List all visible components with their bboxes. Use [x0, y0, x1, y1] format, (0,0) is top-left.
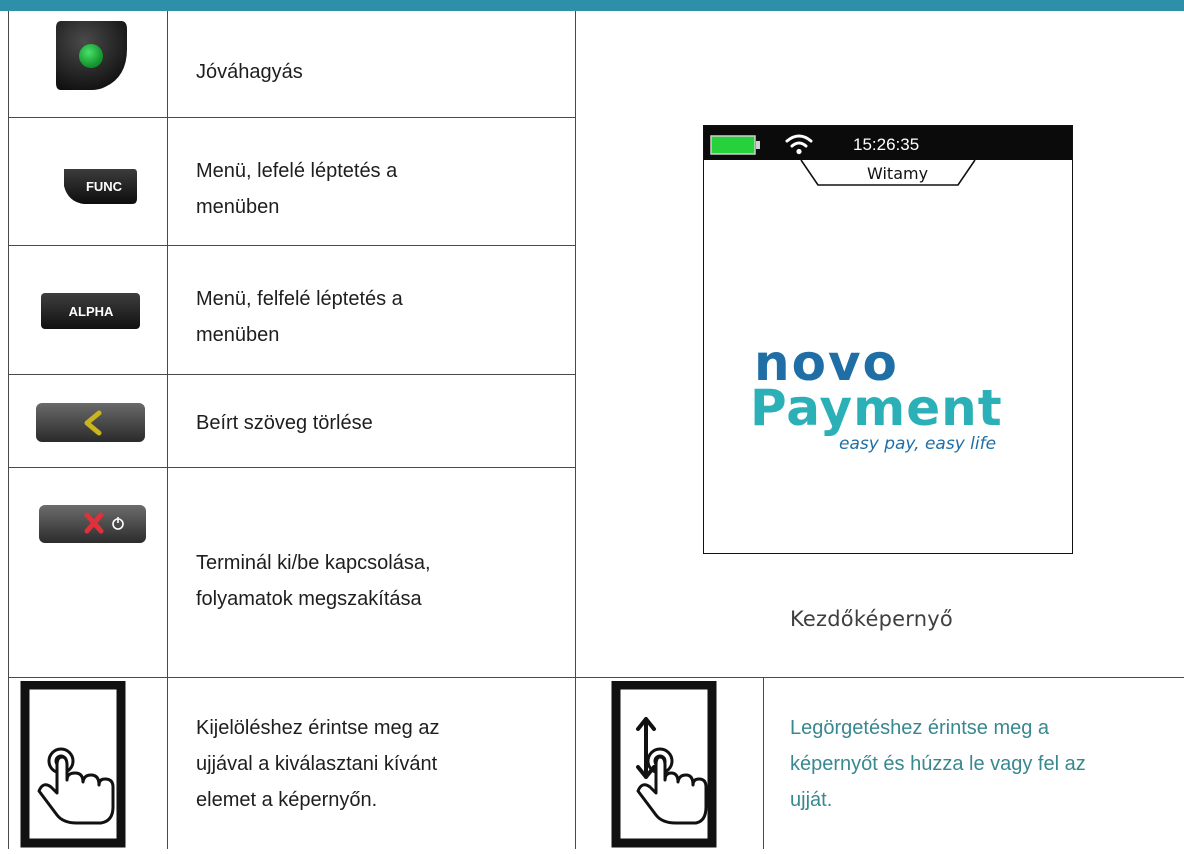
- table-border-col3: [763, 677, 764, 849]
- table-border-col2: [575, 11, 576, 849]
- row-divider-2: [8, 245, 575, 246]
- key-desc-cancel: Terminál ki/be kapcsolása, folyamatok me…: [196, 545, 431, 617]
- alpha-key-icon: ALPHA: [40, 291, 141, 336]
- tap-desc-line3: elemet a képernyőn.: [196, 789, 378, 811]
- tap-gesture-description: Kijelöléshez érintse meg az ujjával a ki…: [196, 710, 439, 818]
- table-border-col1: [167, 11, 168, 849]
- row-divider-1: [8, 117, 575, 118]
- table-border-left: [8, 11, 9, 849]
- func-key-icon: FUNC: [62, 166, 138, 211]
- key-desc-cancel-line2: folyamatok megszakítása: [196, 588, 422, 610]
- battery-icon: [710, 135, 760, 155]
- tap-desc-line2: ujjával a kiválasztani kívánt: [196, 753, 438, 775]
- key-desc-alpha-line1: Menü, felfelé léptetés a: [196, 288, 403, 310]
- key-desc-alpha-line2: menüben: [196, 324, 280, 346]
- status-bar: 15:26:35: [704, 126, 1072, 160]
- status-time: 15:26:35: [853, 135, 920, 154]
- key-desc-alpha: Menü, felfelé léptetés a menüben: [196, 281, 403, 353]
- start-screen-mockup: 15:26:35 Witamy novo Payment easy pay, e…: [703, 125, 1073, 554]
- cancel-power-key-icon: [38, 503, 147, 550]
- scroll-finger-icon: [608, 680, 720, 854]
- key-desc-func-line2: menüben: [196, 196, 280, 218]
- logo-payment-text: Payment: [754, 379, 1003, 437]
- green-confirm-key-icon: [55, 19, 128, 96]
- row-divider-4: [8, 467, 575, 468]
- start-screen-caption: Kezdőképernyő: [790, 607, 953, 631]
- func-key-label: FUNC: [86, 179, 123, 194]
- key-desc-backspace: Beírt szöveg törlése: [196, 412, 373, 434]
- novo-payment-logo: novo Payment easy pay, easy life: [754, 338, 1003, 454]
- logo-tagline: easy pay, easy life: [839, 434, 996, 454]
- backspace-key-icon: [35, 400, 146, 450]
- key-desc-func-line1: Menü, lefelé léptetés a: [196, 160, 398, 182]
- header-bar: [0, 0, 1184, 11]
- wifi-icon: [785, 134, 813, 155]
- scroll-gesture-description: Legörgetéshez érintse meg a képernyőt és…: [790, 710, 1086, 818]
- alpha-key-label: ALPHA: [69, 304, 114, 319]
- scroll-desc-line1: Legörgetéshez érintse meg a: [790, 717, 1050, 739]
- welcome-tab-label: Witamy: [867, 164, 929, 183]
- key-desc-confirm: Jóváhagyás: [196, 61, 303, 83]
- key-desc-cancel-line1: Terminál ki/be kapcsolása,: [196, 552, 431, 574]
- tap-desc-line1: Kijelöléshez érintse meg az: [196, 717, 440, 739]
- row-divider-5: [8, 677, 1184, 678]
- key-desc-func: Menü, lefelé léptetés a menüben: [196, 153, 397, 225]
- scroll-desc-line2: képernyőt és húzza le vagy fel az: [790, 753, 1086, 775]
- row-divider-3: [8, 374, 575, 375]
- tap-finger-icon: [17, 680, 129, 854]
- scroll-desc-line3: ujját.: [790, 789, 833, 811]
